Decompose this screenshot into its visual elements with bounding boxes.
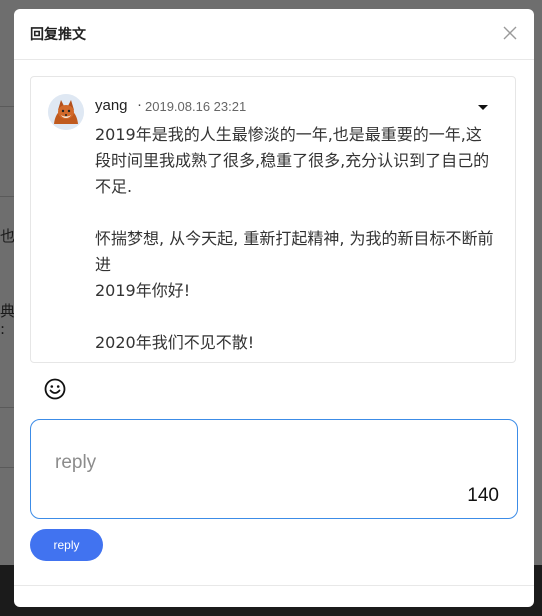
meta-separator: · xyxy=(137,96,142,113)
caret-down-icon[interactable] xyxy=(478,105,488,110)
background-divider xyxy=(0,467,14,468)
reply-tweet-dialog: 回复推文 yang · 2019.08.16 23:21 2019年是我的人生最… xyxy=(14,9,534,607)
background-divider xyxy=(0,407,14,408)
tweet-timestamp: 2019.08.16 23:21 xyxy=(145,99,247,114)
tweet-body: 2019年是我的人生最惨淡的一年,也是最重要的一年,这段时间里我成熟了很多,稳重… xyxy=(95,125,494,352)
character-counter: 140 xyxy=(467,485,499,506)
background-text-fragment: 也 xyxy=(0,227,14,245)
background-text-fragment: 典, : xyxy=(0,302,14,338)
dialog-title: 回复推文 xyxy=(30,27,86,43)
background-divider xyxy=(0,196,14,197)
avatar xyxy=(48,94,84,130)
reply-textarea-container: 140 xyxy=(30,419,518,519)
dialog-footer-divider xyxy=(14,585,534,586)
close-icon[interactable] xyxy=(502,25,518,41)
background-divider xyxy=(0,106,14,107)
reply-button[interactable]: reply xyxy=(30,529,103,561)
reply-input[interactable] xyxy=(55,450,475,476)
dialog-header: 回复推文 xyxy=(14,9,534,60)
smiley-face-icon[interactable] xyxy=(44,378,66,400)
original-tweet-card: yang · 2019.08.16 23:21 2019年是我的人生最惨淡的一年… xyxy=(30,76,516,363)
tweet-author[interactable]: yang xyxy=(95,97,128,114)
